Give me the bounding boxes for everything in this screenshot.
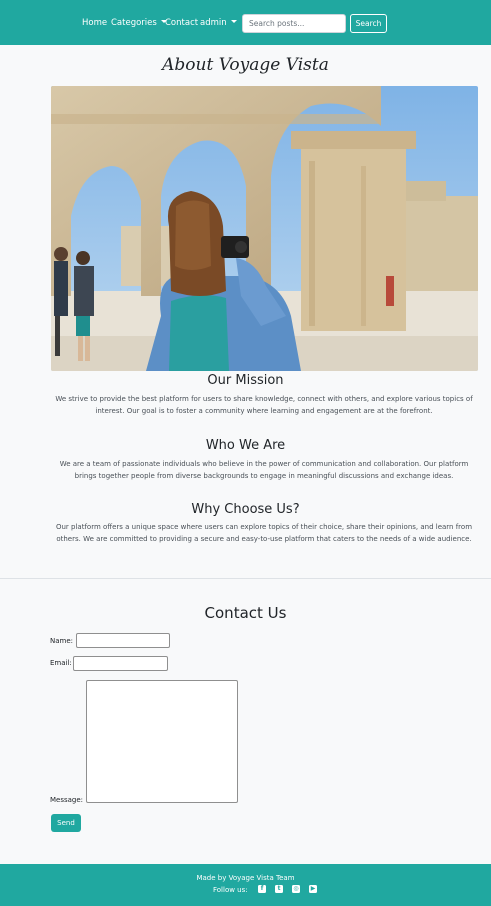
section-text-why: Our platform offers a unique space where… [52,521,476,545]
section-title-why: Why Choose Us? [191,502,300,517]
contact-title: Contact Us [204,604,287,622]
nav-user-dropdown[interactable]: admin [200,17,237,29]
name-label: Name: [50,637,74,645]
twitter-icon[interactable]: t [275,885,283,893]
message-field[interactable] [86,680,238,803]
section-line: interest. Our goal is to foster a commun… [95,407,433,415]
facebook-icon[interactable]: f [258,885,266,893]
section-line: We are a team of passionate individuals … [59,460,469,468]
search-input[interactable] [242,14,346,33]
section-title-mission: Our Mission [207,373,284,388]
section-title-who: Who We Are [205,438,286,453]
section-line: brings together people from diverse back… [74,472,454,480]
section-divider [0,578,491,579]
send-button[interactable]: Send [51,814,81,832]
footer: Made by Voyage Vista Team Follow us: f t… [0,864,491,906]
section-text-who: We are a team of passionate individuals … [52,458,476,482]
chevron-down-icon [230,20,237,23]
footer-credit: Made by Voyage Vista Team [196,874,295,882]
email-label: Email: [50,659,72,667]
search-button[interactable]: Search [350,14,387,33]
message-label: Message: [50,796,84,804]
nav-categories-dropdown[interactable]: Categories [111,17,167,29]
section-line: others. We are committed to providing a … [56,535,472,543]
section-text-mission: We strive to provide the best platform f… [52,393,476,417]
hero-image [51,86,478,371]
follow-label: Follow us: [213,886,248,894]
section-line: We strive to provide the best platform f… [55,395,473,403]
page-title: About Voyage Vista [162,55,329,75]
nav-categories-label: Categories [111,18,157,28]
instagram-icon[interactable]: ◎ [292,885,300,893]
nav-contact-link[interactable]: Contact [165,17,198,29]
nav-user-label: admin [200,18,227,28]
navbar: Home Categories Contact admin Search [0,0,491,45]
youtube-icon[interactable]: ▶ [309,885,317,893]
nav-home-link[interactable]: Home [82,17,107,29]
email-field[interactable] [73,656,168,671]
name-field[interactable] [76,633,170,648]
section-line: Our platform offers a unique space where… [55,523,473,531]
